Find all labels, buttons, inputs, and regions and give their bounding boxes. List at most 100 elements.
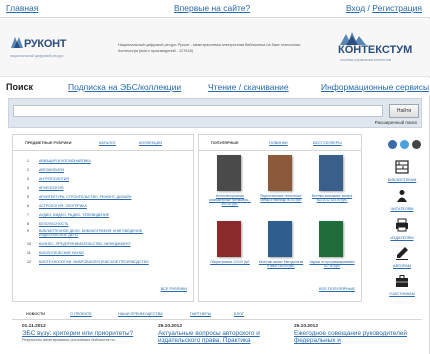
rubric-link[interactable]: АУДИО, ВИДЕО, РАДИО, ТЕЛЕВИДЕНИЕ [39, 211, 109, 220]
book-caption[interactable]: Качество жизни: Методология и опыт 150,0… [258, 260, 304, 269]
book-caption[interactable]: Вестник экономики: выпуск №3 2012 320,00… [309, 194, 355, 203]
rukont-logo-text: РУКОНТ [24, 38, 67, 50]
news-title-link[interactable]: ЭБС вузу: критерии или приоритеты? [22, 330, 150, 337]
news-title-link[interactable]: Актуальные вопросы авторского и издатель… [158, 330, 286, 344]
nav-reading[interactable]: Чтение / скачивание [208, 82, 289, 92]
author-icon [396, 247, 408, 260]
kontextum-logo[interactable]: КОНТЕКСТУМ система управления контентом [334, 31, 426, 67]
login-link[interactable]: Вход [346, 3, 365, 13]
search-title: Поиск [6, 82, 34, 92]
twitter-icon[interactable] [400, 140, 409, 149]
rubric-number: 5 [27, 195, 29, 199]
top-bar: Главная Впервые на сайте? Вход / Регистр… [0, 0, 430, 18]
home-link[interactable]: Главная [6, 3, 38, 13]
list-item[interactable]: 2 АВТОМОБИЛИ [27, 166, 193, 175]
all-popular-link[interactable]: ВСЕ ПОПУЛЯРНЫЕ [319, 287, 355, 291]
rubric-number: 9 [27, 229, 29, 233]
rubrics-list: 1 АВИАЦИЯ И КОСМОНАВТИКА 2 АВТОМОБИЛИ 3 АНТ… [27, 157, 193, 267]
auth-separator: / [367, 3, 370, 13]
tab-new[interactable]: Новинки [269, 141, 288, 145]
sidebar-item-participants[interactable]: Участникам [382, 274, 422, 296]
book-cover[interactable] [268, 155, 292, 191]
list-item[interactable]: 5 АРХИТЕКТУРА, СТРОИТЕЛЬСТВО, РЕМОНТ, ДИЗ… [27, 193, 193, 202]
list-item[interactable]: 7 АУДИО, ВИДЕО, РАДИО, ТЕЛЕВИДЕНИЕ [27, 211, 193, 220]
sidebar-item-authors[interactable]: Авторам [382, 246, 422, 268]
rubric-number: 4 [27, 186, 29, 190]
publisher-icon [396, 218, 408, 232]
books-tabs: Популярные Новинки Бестселлеры [199, 135, 361, 151]
sidebar-item-publishers[interactable]: Издателям [382, 218, 422, 240]
list-item[interactable]: 8 БЕЗОПАСНОСТЬ [27, 220, 193, 229]
rubric-link[interactable]: БЕЗОПАСНОСТЬ [39, 220, 69, 229]
tab-catalog[interactable]: Каталог [99, 141, 116, 145]
list-item[interactable]: 4 АРХЕОЛОГИЯ [27, 184, 193, 193]
book-cover[interactable] [268, 221, 292, 257]
news-title-link[interactable]: Ежегодное совещание руководителей федера… [294, 330, 422, 344]
tab-subject-rubrics[interactable]: Предметные рубрики [25, 141, 71, 145]
rubric-link[interactable]: АНТРОПОЛОГИЯ [39, 175, 69, 184]
participant-icon [396, 275, 408, 287]
book-caption[interactable]: Интеллектуальные компьютерные тренажеры.… [207, 194, 253, 206]
tab-advantages[interactable]: Наши преимущества [118, 312, 163, 316]
rubric-number: 3 [27, 177, 29, 181]
main-nav: Поиск Подписка на ЭБС/коллекции Чтение /… [0, 78, 430, 96]
nav-info-services[interactable]: Информационные сервисы [321, 82, 429, 92]
rubric-number: 8 [27, 222, 29, 226]
news-item: 25.10.2012 Ежегодное совещание руководит… [294, 324, 422, 345]
search-panel: Найти Расширенный поиск [8, 98, 422, 128]
rubric-link[interactable]: БИЗНЕС. ПРЕДПРИНИМАТЕЛЬСТВО. МЕНЕДЖМЕНТ [39, 240, 131, 249]
list-item[interactable]: 12 БИОТЕХНОЛОГИИ. МИКРОБИОЛОГИЧЕСКОЕ ПРОИ… [27, 258, 193, 267]
book-caption[interactable]: Общая физика 120,00 руб. [207, 260, 253, 265]
nav-subscription[interactable]: Подписка на ЭБС/коллекции [68, 82, 181, 92]
kontextum-logo-subtitle: система управления контентом [340, 58, 392, 62]
list-item[interactable]: 1 АВИАЦИЯ И КОСМОНАВТИКА [27, 157, 193, 166]
tab-popular[interactable]: Популярные [211, 141, 239, 145]
news-date: 01.11.2012 [22, 324, 46, 329]
search-button[interactable]: Найти [389, 104, 419, 118]
vk-icon[interactable] [388, 140, 397, 149]
list-item[interactable]: 10 БИЗНЕС. ПРЕДПРИНИМАТЕЛЬСТВО. МЕНЕДЖМЕН… [27, 240, 193, 249]
sidebar-item-libraries[interactable]: Библиотекам [382, 160, 422, 182]
tab-collections[interactable]: Коллекции [139, 141, 162, 145]
rubrics-tabs: Предметные рубрики Каталог Коллекции [13, 135, 193, 151]
advanced-search-link[interactable]: Расширенный поиск [375, 120, 417, 125]
rubric-link[interactable]: АВТОМОБИЛИ [39, 166, 64, 175]
book-cover[interactable] [217, 155, 241, 191]
search-input[interactable] [13, 105, 383, 117]
rubric-link[interactable]: АРХЕОЛОГИЯ [39, 184, 63, 193]
rubric-link[interactable]: АСТРОЛОГИЯ, ЭЗОТЕРИКА [39, 202, 87, 211]
tab-about[interactable]: О проекте [70, 312, 92, 316]
tab-bestsellers[interactable]: Бестселлеры [313, 141, 342, 145]
rukont-logo-subtitle: национальный цифровой ресурс [10, 54, 64, 58]
first-time-link[interactable]: Впервые на сайте? [174, 3, 250, 13]
rubric-link[interactable]: АВИАЦИЯ И КОСМОНАВТИКА [39, 157, 91, 166]
tab-partners[interactable]: Партнеры [190, 312, 211, 316]
rubric-number: 10 [27, 242, 31, 246]
book-caption[interactable]: Задачи по программированию 107,00 руб. [309, 260, 355, 269]
list-item[interactable]: 11 БИОЛОГИЧЕСКИЕ НАУКИ [27, 249, 193, 258]
book-cover[interactable] [217, 221, 241, 257]
facebook-icon[interactable] [412, 140, 421, 149]
tab-blog[interactable]: Блог [234, 312, 244, 316]
rubric-link[interactable]: БИОЛОГИЧЕСКИЕ НАУКИ [39, 249, 84, 258]
rubric-link[interactable]: БИБЛИОТЕЧНОЕ ДЕЛО. БИБЛИОГРАФИЯ. КНИГОВЕ… [39, 229, 169, 238]
rubric-number: 2 [27, 168, 29, 172]
book-caption[interactable]: Педагогические технологии: схемы и табли… [258, 194, 304, 203]
list-item[interactable]: 9 БИБЛИОТЕЧНОЕ ДЕЛО. БИБЛИОГРАФИЯ. КНИГОВ… [27, 229, 193, 240]
sidebar-item-label: Издателям [390, 236, 414, 240]
all-rubrics-link[interactable]: ВСЕ РУБРИКИ [161, 287, 187, 291]
rubric-link[interactable]: АРХИТЕКТУРА, СТРОИТЕЛЬСТВО, РЕМОНТ, ДИЗА… [39, 193, 131, 202]
register-link[interactable]: Регистрация [372, 3, 422, 13]
news-item: 01.11.2012 ЭБС вузу: критерии или приори… [22, 324, 150, 342]
book-cover[interactable] [319, 221, 343, 257]
sidebar-item-readers[interactable]: Читателям [382, 189, 422, 211]
news-date: 29.10.2012 [158, 324, 183, 329]
tab-news[interactable]: Новости [26, 312, 45, 316]
rubric-link[interactable]: БИОТЕХНОЛОГИИ. МИКРОБИОЛОГИЧЕСКОЕ ПРОИЗВ… [39, 258, 149, 267]
rubric-number: 1 [27, 159, 29, 163]
book-cover[interactable] [319, 155, 343, 191]
list-item[interactable]: 6 АСТРОЛОГИЯ, ЭЗОТЕРИКА [27, 202, 193, 211]
list-item[interactable]: 3 АНТРОПОЛОГИЯ [27, 175, 193, 184]
rukont-logo-icon [11, 37, 23, 48]
rukont-logo[interactable]: РУКОНТ национальный цифровой ресурс [10, 33, 80, 63]
